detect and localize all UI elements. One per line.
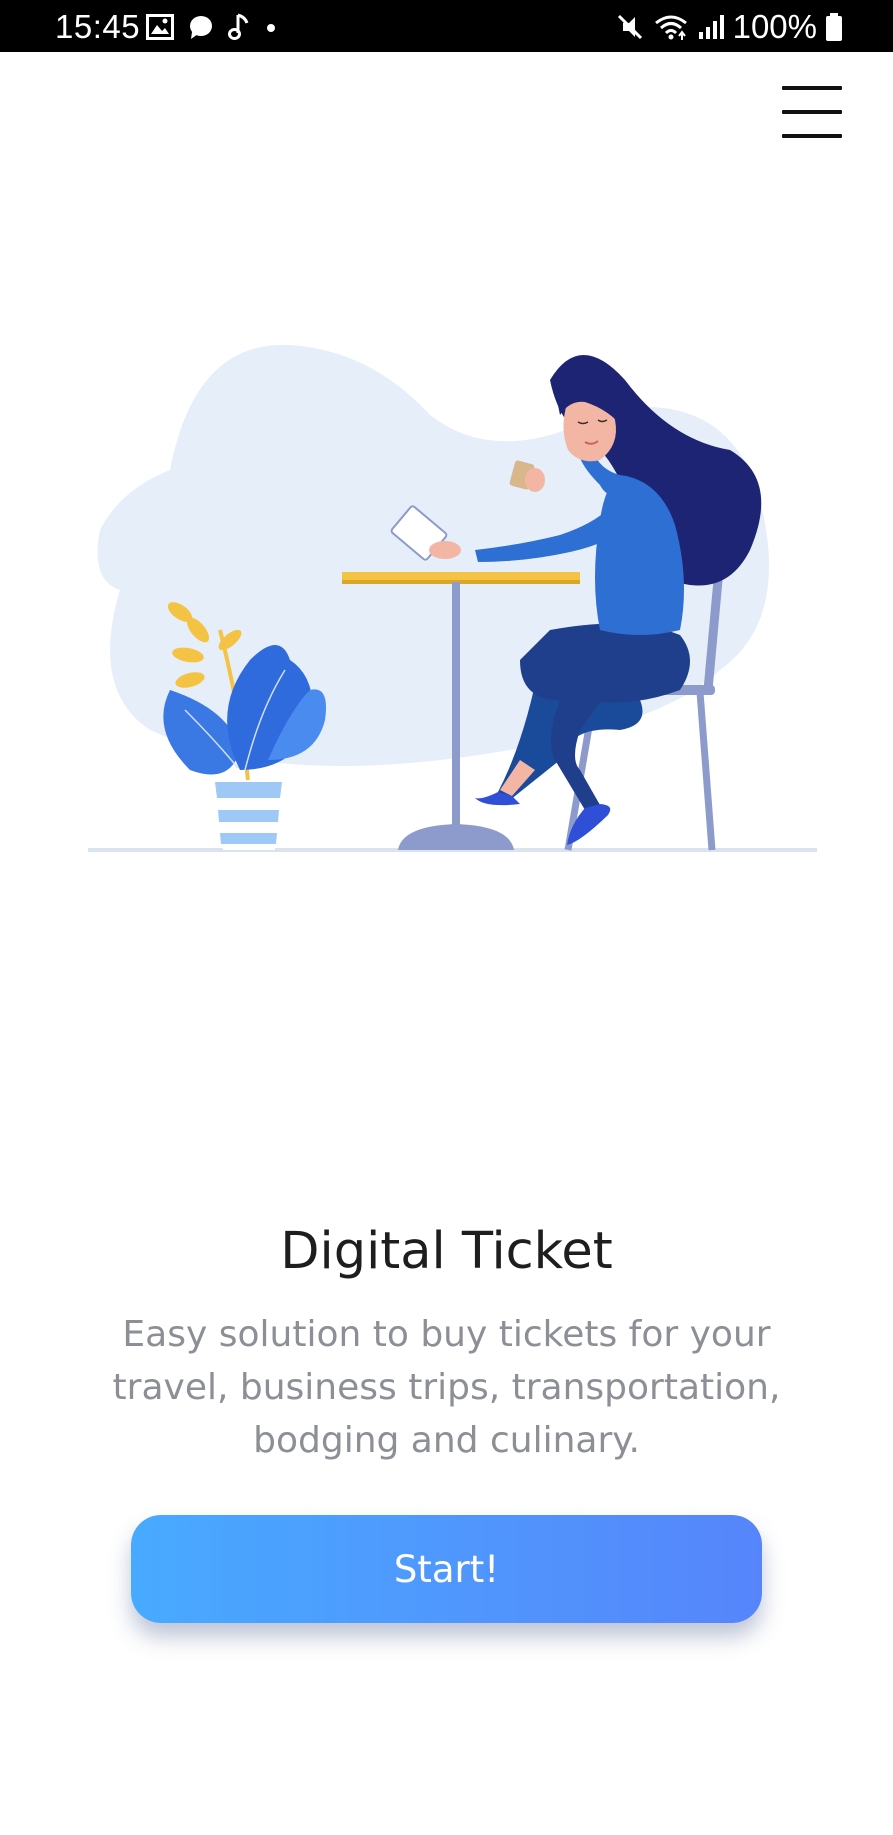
- image-icon: [146, 14, 174, 40]
- status-system-icons: 100%: [615, 8, 843, 46]
- status-time: 15:45: [55, 8, 141, 45]
- music-note-icon: [228, 13, 249, 40]
- status-notification-icons: [146, 12, 278, 42]
- page-title: Digital Ticket: [280, 1222, 613, 1281]
- menu-line-bottom: [782, 134, 842, 138]
- battery-percentage: 100%: [732, 8, 817, 45]
- woman-at-cafe-table-illustration: [88, 344, 817, 852]
- hamburger-menu-icon[interactable]: [782, 86, 842, 138]
- signal-icon: [698, 15, 724, 39]
- menu-line-top: [782, 86, 842, 90]
- status-bar: 15:45 100%: [0, 0, 893, 52]
- battery-icon: [826, 13, 842, 41]
- wifi-icon: [654, 15, 687, 40]
- chat-bubble-icon: [190, 16, 212, 39]
- menu-line-middle: [782, 110, 842, 114]
- dot-icon: [267, 24, 275, 32]
- mute-icon: [617, 14, 642, 40]
- start-button[interactable]: Start!: [131, 1515, 762, 1623]
- plant-pot: [215, 782, 282, 850]
- page-description: Easy solution to buy tickets for your tr…: [112, 1314, 781, 1461]
